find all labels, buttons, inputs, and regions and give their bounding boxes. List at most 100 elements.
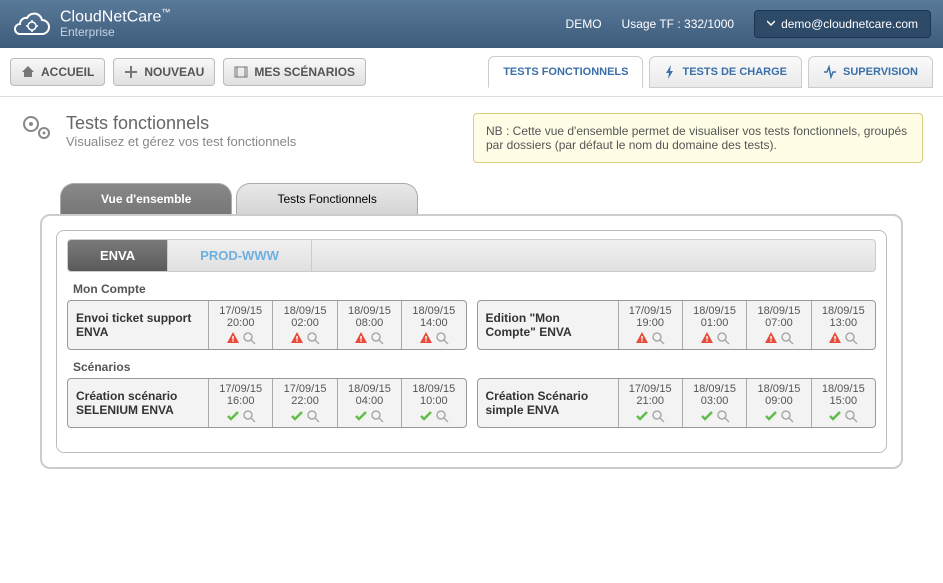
check-icon xyxy=(226,409,240,423)
warning-icon xyxy=(700,331,714,345)
slot-date: 17/09/15 xyxy=(275,383,334,395)
slot-time: 22:00 xyxy=(275,395,334,407)
user-dropdown[interactable]: demo@cloudnetcare.com xyxy=(754,10,931,38)
magnifier-icon[interactable] xyxy=(780,331,794,345)
home-icon xyxy=(21,65,35,79)
test-run-slot[interactable]: 17/09/1519:00 xyxy=(618,301,682,349)
slot-time: 20:00 xyxy=(211,317,270,329)
slot-time: 16:00 xyxy=(211,395,270,407)
page-subtitle: Visualisez et gérez vos test fonctionnel… xyxy=(66,134,296,149)
slot-date: 18/09/15 xyxy=(404,305,463,317)
tab-functional-tests[interactable]: TESTS FONCTIONNELS xyxy=(488,56,643,88)
slot-time: 01:00 xyxy=(685,317,744,329)
magnifier-icon[interactable] xyxy=(435,331,449,345)
check-icon xyxy=(354,409,368,423)
usage-label: Usage TF : 332/1000 xyxy=(622,17,735,31)
slot-time: 08:00 xyxy=(340,317,399,329)
slot-time: 04:00 xyxy=(340,395,399,407)
test-run-slot[interactable]: 18/09/1509:00 xyxy=(746,379,810,427)
test-name: Edition "Mon Compte" ENVA xyxy=(478,301,618,349)
slot-date: 17/09/15 xyxy=(621,383,680,395)
magnifier-icon[interactable] xyxy=(370,409,384,423)
page-title: Tests fonctionnels xyxy=(66,113,296,134)
test-card[interactable]: Edition "Mon Compte" ENVA 17/09/1519:001… xyxy=(477,300,877,350)
slot-date: 18/09/15 xyxy=(814,383,873,395)
brand-edition: Enterprise xyxy=(60,26,170,39)
test-run-slot[interactable]: 18/09/1513:00 xyxy=(811,301,875,349)
test-run-slot[interactable]: 17/09/1520:00 xyxy=(208,301,272,349)
slot-time: 15:00 xyxy=(814,395,873,407)
slot-time: 09:00 xyxy=(749,395,808,407)
test-run-slot[interactable]: 18/09/1510:00 xyxy=(401,379,465,427)
magnifier-icon[interactable] xyxy=(370,331,384,345)
test-run-slot[interactable]: 18/09/1503:00 xyxy=(682,379,746,427)
magnifier-icon[interactable] xyxy=(651,331,665,345)
test-name: Envoi ticket support ENVA xyxy=(68,301,208,349)
magnifier-icon[interactable] xyxy=(242,331,256,345)
test-run-slot[interactable]: 18/09/1507:00 xyxy=(746,301,810,349)
magnifier-icon[interactable] xyxy=(306,331,320,345)
test-run-slot[interactable]: 17/09/1516:00 xyxy=(208,379,272,427)
warning-icon xyxy=(828,331,842,345)
film-icon xyxy=(234,65,248,79)
slot-time: 03:00 xyxy=(685,395,744,407)
demo-badge: DEMO xyxy=(566,17,602,31)
magnifier-icon[interactable] xyxy=(435,409,449,423)
user-email: demo@cloudnetcare.com xyxy=(781,17,918,31)
warning-icon xyxy=(354,331,368,345)
subtab-overview[interactable]: Vue d'ensemble xyxy=(60,183,232,214)
test-run-slot[interactable]: 18/09/1514:00 xyxy=(401,301,465,349)
tab-load-tests[interactable]: TESTS DE CHARGE xyxy=(649,56,802,88)
plus-icon xyxy=(124,65,138,79)
tab-supervision[interactable]: SUPERVISION xyxy=(808,56,933,88)
magnifier-icon[interactable] xyxy=(716,409,730,423)
magnifier-icon[interactable] xyxy=(780,409,794,423)
slot-date: 17/09/15 xyxy=(211,383,270,395)
subtab-functional-tests[interactable]: Tests Fonctionnels xyxy=(236,183,417,214)
slot-time: 21:00 xyxy=(621,395,680,407)
section-scenarios: Scénarios xyxy=(73,360,876,374)
slot-date: 17/09/15 xyxy=(211,305,270,317)
bolt-icon xyxy=(664,65,676,79)
brand-name: CloudNetCare xyxy=(60,9,161,26)
logo[interactable]: CloudNetCare™ Enterprise xyxy=(12,8,170,39)
slot-time: 02:00 xyxy=(275,317,334,329)
chevron-down-icon xyxy=(767,20,775,28)
section-mon-compte: Mon Compte xyxy=(73,282,876,296)
slot-date: 18/09/15 xyxy=(685,305,744,317)
slot-time: 14:00 xyxy=(404,317,463,329)
nav-new[interactable]: NOUVEAU xyxy=(113,58,215,86)
test-run-slot[interactable]: 18/09/1502:00 xyxy=(272,301,336,349)
test-run-slot[interactable]: 18/09/1515:00 xyxy=(811,379,875,427)
slot-date: 18/09/15 xyxy=(275,305,334,317)
test-card[interactable]: Envoi ticket support ENVA 17/09/1520:001… xyxy=(67,300,467,350)
nav-scenarios[interactable]: MES SCÉNARIOS xyxy=(223,58,366,86)
magnifier-icon[interactable] xyxy=(844,331,858,345)
info-note: NB : Cette vue d'ensemble permet de visu… xyxy=(473,113,923,163)
slot-date: 18/09/15 xyxy=(340,383,399,395)
slot-date: 18/09/15 xyxy=(749,383,808,395)
slot-time: 13:00 xyxy=(814,317,873,329)
magnifier-icon[interactable] xyxy=(716,331,730,345)
test-card[interactable]: Création Scénario simple ENVA 17/09/1521… xyxy=(477,378,877,428)
test-run-slot[interactable]: 18/09/1501:00 xyxy=(682,301,746,349)
warning-icon xyxy=(419,331,433,345)
slot-time: 07:00 xyxy=(749,317,808,329)
folder-enva[interactable]: ENVA xyxy=(68,240,168,271)
magnifier-icon[interactable] xyxy=(306,409,320,423)
test-card[interactable]: Création scénario SELENIUM ENVA 17/09/15… xyxy=(67,378,467,428)
test-run-slot[interactable]: 17/09/1521:00 xyxy=(618,379,682,427)
magnifier-icon[interactable] xyxy=(844,409,858,423)
test-run-slot[interactable]: 18/09/1508:00 xyxy=(337,301,401,349)
check-icon xyxy=(290,409,304,423)
test-name: Création Scénario simple ENVA xyxy=(478,379,618,427)
folder-prod-www[interactable]: PROD-WWW xyxy=(168,240,312,271)
slot-date: 17/09/15 xyxy=(621,305,680,317)
slot-date: 18/09/15 xyxy=(685,383,744,395)
slot-time: 19:00 xyxy=(621,317,680,329)
magnifier-icon[interactable] xyxy=(651,409,665,423)
magnifier-icon[interactable] xyxy=(242,409,256,423)
nav-home[interactable]: ACCUEIL xyxy=(10,58,105,86)
test-run-slot[interactable]: 17/09/1522:00 xyxy=(272,379,336,427)
test-run-slot[interactable]: 18/09/1504:00 xyxy=(337,379,401,427)
